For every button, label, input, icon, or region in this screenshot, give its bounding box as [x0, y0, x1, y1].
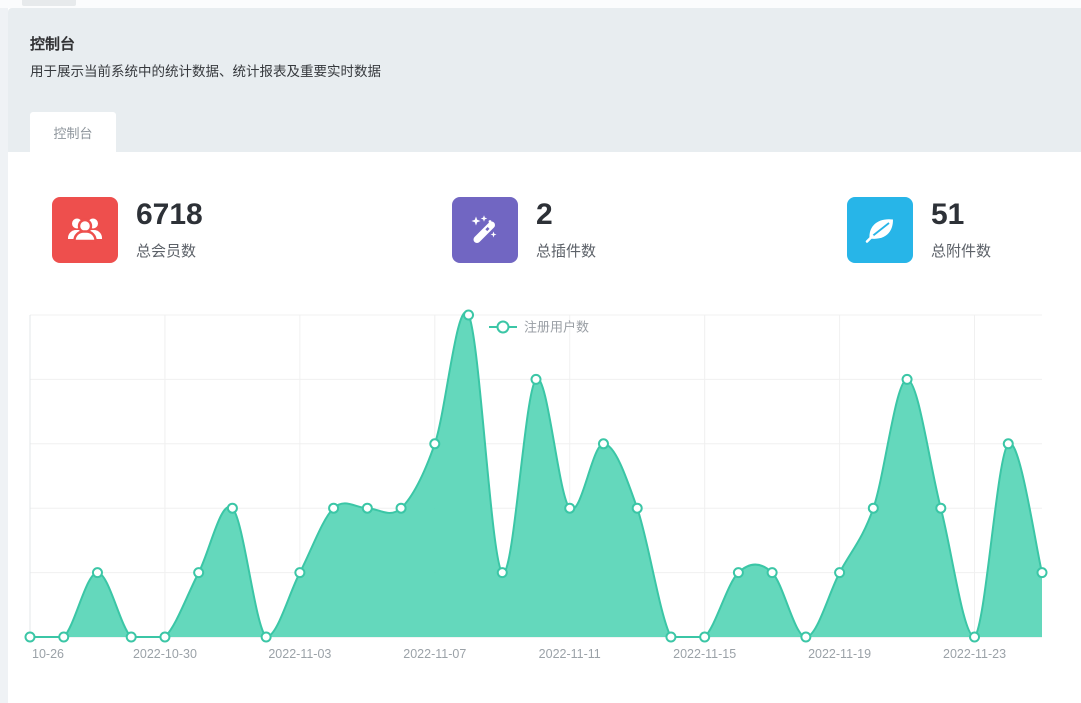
- stat-label-plugins: 总插件数: [536, 240, 596, 261]
- page-title: 控制台: [30, 33, 75, 54]
- data-point-marker: [633, 504, 642, 513]
- data-point-marker: [228, 504, 237, 513]
- stat-label-attachments: 总附件数: [931, 240, 991, 261]
- magic-wand-icon: [452, 197, 518, 263]
- data-point-marker: [464, 311, 473, 320]
- data-point-marker: [1004, 439, 1013, 448]
- stat-card-total-attachments: 51 总附件数: [847, 197, 1081, 263]
- series-registered-users: [26, 311, 1047, 642]
- data-point-marker: [869, 504, 878, 513]
- data-point-marker: [801, 633, 810, 642]
- top-strip: [0, 0, 1081, 8]
- data-point-marker: [26, 633, 35, 642]
- data-point-marker: [599, 439, 608, 448]
- data-point-marker: [295, 568, 304, 577]
- users-group-icon: [52, 197, 118, 263]
- data-point-marker: [127, 633, 136, 642]
- data-point-marker: [498, 568, 507, 577]
- legend-label: 注册用户数: [524, 320, 589, 335]
- data-point-marker: [970, 633, 979, 642]
- data-point-marker: [160, 633, 169, 642]
- svg-text:10-26: 10-26: [32, 647, 64, 661]
- svg-text:2022-11-19: 2022-11-19: [808, 647, 871, 661]
- data-point-marker: [700, 633, 709, 642]
- stats-row: 6718 总会员数 2 总插件数: [52, 197, 1081, 263]
- stat-text: 6718 总会员数: [136, 197, 203, 261]
- data-point-marker: [936, 504, 945, 513]
- leaf-icon: [847, 197, 913, 263]
- svg-text:2022-10-30: 2022-10-30: [133, 647, 197, 661]
- page-header: 控制台 用于展示当前系统中的统计数据、统计报表及重要实时数据 控制台: [8, 8, 1081, 152]
- data-point-marker: [93, 568, 102, 577]
- svg-text:2022-11-23: 2022-11-23: [943, 647, 1006, 661]
- data-point-marker: [565, 504, 574, 513]
- stat-card-total-plugins: 2 总插件数: [452, 197, 847, 263]
- data-point-marker: [835, 568, 844, 577]
- data-point-marker: [262, 633, 271, 642]
- stat-card-total-members: 6718 总会员数: [52, 197, 452, 263]
- data-point-marker: [768, 568, 777, 577]
- data-point-marker: [666, 633, 675, 642]
- stat-label-members: 总会员数: [136, 240, 203, 261]
- svg-text:2022-11-07: 2022-11-07: [403, 647, 466, 661]
- data-point-marker: [1038, 568, 1047, 577]
- legend-marker-icon: [498, 322, 509, 333]
- data-point-marker: [397, 504, 406, 513]
- data-point-marker: [59, 633, 68, 642]
- dashboard-page: 控制台 用于展示当前系统中的统计数据、统计报表及重要实时数据 控制台: [0, 0, 1081, 703]
- stat-value-attachments: 51: [931, 200, 991, 230]
- data-point-marker: [329, 504, 338, 513]
- data-point-marker: [903, 375, 912, 384]
- stat-value-plugins: 2: [536, 200, 596, 230]
- stat-text: 51 总附件数: [931, 197, 991, 261]
- page-subtitle: 用于展示当前系统中的统计数据、统计报表及重要实时数据: [30, 60, 381, 80]
- x-axis-labels: 10-26 2022-10-30 2022-11-03 2022-11-07 2022-…: [32, 647, 1006, 661]
- data-point-marker: [363, 504, 372, 513]
- legend-registered-users[interactable]: 注册用户数: [489, 320, 589, 335]
- svg-text:2022-11-15: 2022-11-15: [673, 647, 736, 661]
- top-tab-remnant: [22, 0, 76, 6]
- svg-text:2022-11-11: 2022-11-11: [539, 647, 601, 661]
- data-point-marker: [430, 439, 439, 448]
- data-point-marker: [532, 375, 541, 384]
- tab-console[interactable]: 控制台: [30, 112, 116, 152]
- registered-users-chart[interactable]: 10-26 2022-10-30 2022-11-03 2022-11-07 2022-…: [0, 300, 1081, 703]
- data-point-marker: [734, 568, 743, 577]
- stat-text: 2 总插件数: [536, 197, 596, 261]
- tab-console-label: 控制台: [53, 123, 92, 142]
- data-point-marker: [194, 568, 203, 577]
- stat-value-members: 6718: [136, 200, 203, 230]
- svg-text:2022-11-03: 2022-11-03: [268, 647, 331, 661]
